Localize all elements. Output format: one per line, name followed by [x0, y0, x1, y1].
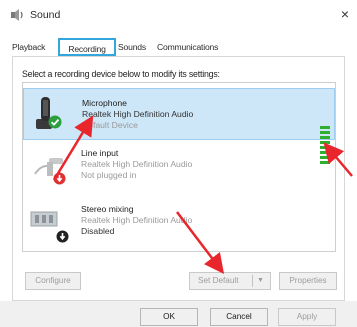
level-bar — [320, 136, 330, 139]
window-title: Sound — [30, 9, 61, 21]
device-status: Not plugged in — [81, 170, 137, 180]
tab-communications[interactable]: Communications — [157, 40, 237, 55]
device-driver: Realtek High Definition Audio — [81, 159, 193, 169]
speaker-icon — [10, 8, 26, 22]
device-status: Default Device — [82, 120, 138, 130]
apply-button[interactable]: Apply — [278, 308, 336, 326]
device-name: Stereo mixing — [81, 204, 134, 214]
level-bar — [320, 126, 330, 129]
cancel-button[interactable]: Cancel — [210, 308, 268, 326]
tab-strip: Playback Recording Sounds Communications — [0, 38, 357, 56]
device-item-stereo-mixing[interactable]: Stereo mixing Realtek High Definition Au… — [23, 200, 335, 246]
level-bar — [320, 141, 330, 144]
device-status: Disabled — [81, 226, 115, 236]
sound-dialog: Sound × Playback Recording Sounds Commun… — [0, 0, 357, 327]
disabled-icon — [56, 230, 69, 243]
configure-button[interactable]: Configure — [25, 272, 81, 290]
ok-button[interactable]: OK — [140, 308, 198, 326]
device-name: Microphone — [82, 98, 127, 108]
device-driver: Realtek High Definition Audio — [81, 215, 193, 225]
close-icon[interactable]: × — [336, 5, 354, 23]
button-separator — [252, 275, 253, 287]
properties-button[interactable]: Properties — [279, 272, 337, 290]
set-default-label: Set Default — [198, 276, 239, 285]
instruction-text: Select a recording device below to modif… — [22, 69, 220, 79]
tab-playback[interactable]: Playback — [12, 40, 56, 55]
level-bar — [320, 151, 330, 154]
default-check-icon — [48, 115, 62, 129]
unplugged-icon — [53, 172, 66, 185]
device-item-line-input[interactable]: Line input Realtek High Definition Audio… — [23, 146, 335, 198]
tab-sounds[interactable]: Sounds — [118, 40, 154, 55]
set-default-button[interactable]: Set Default ▼ — [189, 272, 271, 290]
level-meter — [320, 126, 330, 170]
chevron-down-icon[interactable]: ▼ — [257, 273, 264, 289]
level-bar — [320, 161, 330, 164]
title-bar: Sound × — [0, 0, 357, 30]
tab-recording[interactable]: Recording — [58, 38, 116, 56]
level-bar — [320, 156, 330, 159]
device-name: Line input — [81, 148, 119, 158]
device-driver: Realtek High Definition Audio — [82, 109, 194, 119]
device-item-microphone[interactable]: Microphone Realtek High Definition Audio… — [23, 88, 335, 140]
level-bar — [320, 131, 330, 134]
level-bar — [320, 146, 330, 149]
